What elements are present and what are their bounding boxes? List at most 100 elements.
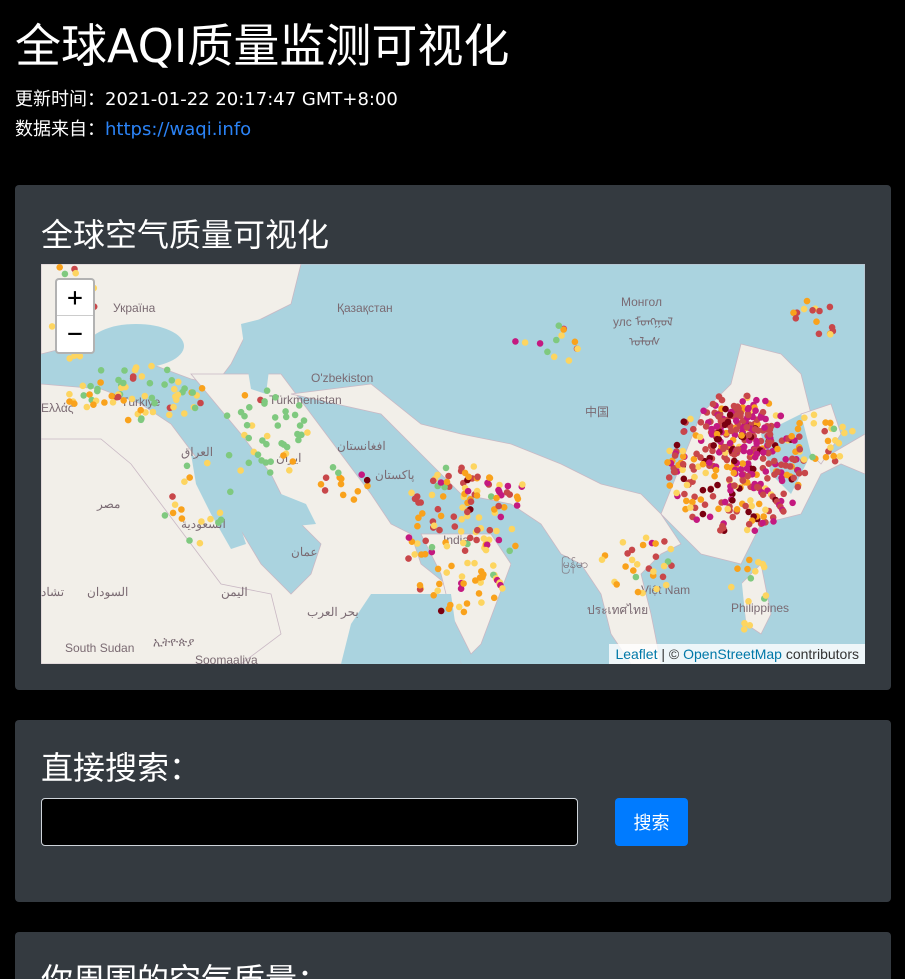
aqi-station-dot[interactable] <box>699 486 707 494</box>
aqi-station-dot[interactable] <box>339 491 347 499</box>
aqi-station-dot[interactable] <box>329 464 337 471</box>
aqi-station-dot[interactable] <box>690 425 697 433</box>
aqi-station-dot[interactable] <box>482 546 490 554</box>
aqi-station-dot[interactable] <box>783 471 791 479</box>
aqi-station-dot[interactable] <box>730 469 738 477</box>
aqi-station-dot[interactable] <box>757 414 764 421</box>
aqi-station-dot[interactable] <box>733 411 741 419</box>
aqi-station-dot[interactable] <box>289 458 297 465</box>
aqi-station-dot[interactable] <box>473 492 481 499</box>
aqi-station-dot[interactable] <box>753 483 761 491</box>
aqi-station-dot[interactable] <box>227 488 234 496</box>
aqi-station-dot[interactable] <box>788 432 795 440</box>
aqi-station-dot[interactable] <box>706 513 714 521</box>
aqi-station-dot[interactable] <box>459 539 467 547</box>
aqi-station-dot[interactable] <box>841 429 848 437</box>
aqi-station-dot[interactable] <box>680 475 688 483</box>
aqi-station-dot[interactable] <box>796 446 804 453</box>
aqi-station-dot[interactable] <box>245 434 252 442</box>
aqi-station-dot[interactable] <box>197 399 204 407</box>
aqi-station-dot[interactable] <box>191 404 199 412</box>
aqi-station-dot[interactable] <box>747 497 754 504</box>
aqi-station-dot[interactable] <box>745 598 752 605</box>
aqi-station-dot[interactable] <box>745 508 752 516</box>
aqi-station-dot[interactable] <box>762 592 770 599</box>
aqi-station-dot[interactable] <box>267 458 274 465</box>
aqi-station-dot[interactable] <box>824 437 832 445</box>
aqi-station-dot[interactable] <box>755 558 762 566</box>
aqi-station-dot[interactable] <box>304 429 311 436</box>
aqi-station-dot[interactable] <box>634 588 642 596</box>
aqi-station-dot[interactable] <box>719 524 727 532</box>
aqi-station-dot[interactable] <box>702 446 709 453</box>
aqi-station-dot[interactable] <box>291 411 299 419</box>
aqi-station-dot[interactable] <box>512 338 519 345</box>
aqi-station-dot[interactable] <box>286 467 293 474</box>
aqi-station-dot[interactable] <box>321 487 329 494</box>
aqi-station-dot[interactable] <box>476 574 484 581</box>
aqi-station-dot[interactable] <box>761 424 768 431</box>
aqi-station-dot[interactable] <box>697 496 705 503</box>
aqi-station-dot[interactable] <box>633 561 641 568</box>
aqi-station-dot[interactable] <box>555 322 563 329</box>
aqi-station-dot[interactable] <box>628 556 636 564</box>
aqi-station-dot[interactable] <box>699 510 707 518</box>
aqi-station-dot[interactable] <box>839 423 846 431</box>
aqi-station-dot[interactable] <box>464 487 472 495</box>
aqi-station-dot[interactable] <box>463 600 471 607</box>
aqi-station-dot[interactable] <box>500 504 508 511</box>
aqi-station-dot[interactable] <box>480 535 488 542</box>
aqi-station-dot[interactable] <box>734 565 741 572</box>
aqi-station-dot[interactable] <box>679 466 686 474</box>
aqi-station-dot[interactable] <box>709 493 717 500</box>
aqi-station-dot[interactable] <box>280 452 287 459</box>
aqi-station-dot[interactable] <box>486 526 494 534</box>
aqi-station-dot[interactable] <box>759 519 766 527</box>
aqi-station-dot[interactable] <box>778 477 786 485</box>
aqi-station-dot[interactable] <box>178 515 186 522</box>
aqi-station-dot[interactable] <box>322 474 330 481</box>
aqi-station-dot[interactable] <box>746 449 754 456</box>
aqi-station-dot[interactable] <box>753 450 761 458</box>
aqi-station-dot[interactable] <box>519 481 526 488</box>
aqi-station-dot[interactable] <box>571 338 579 346</box>
aqi-station-dot[interactable] <box>683 497 690 505</box>
aqi-station-dot[interactable] <box>445 472 452 480</box>
aqi-station-dot[interactable] <box>696 433 704 441</box>
aqi-station-dot[interactable] <box>124 416 132 424</box>
aqi-station-dot[interactable] <box>715 413 722 420</box>
aqi-station-dot[interactable] <box>726 439 734 447</box>
aqi-station-dot[interactable] <box>739 477 747 484</box>
aqi-station-dot[interactable] <box>828 324 836 331</box>
aqi-station-dot[interactable] <box>161 381 168 388</box>
aqi-station-dot[interactable] <box>836 453 844 460</box>
aqi-station-dot[interactable] <box>261 398 268 405</box>
aqi-station-dot[interactable] <box>422 537 430 545</box>
aqi-station-dot[interactable] <box>729 513 737 521</box>
aqi-station-dot[interactable] <box>721 498 729 506</box>
aqi-station-dot[interactable] <box>830 452 837 460</box>
aqi-station-dot[interactable] <box>298 431 305 439</box>
aqi-station-dot[interactable] <box>473 536 480 544</box>
aqi-station-dot[interactable] <box>434 587 442 594</box>
aqi-station-dot[interactable] <box>662 581 670 589</box>
aqi-station-dot[interactable] <box>702 469 709 477</box>
aqi-station-dot[interactable] <box>80 392 87 399</box>
aqi-station-dot[interactable] <box>747 575 755 582</box>
zoom-out-button[interactable]: − <box>57 316 93 352</box>
aqi-station-dot[interactable] <box>163 366 171 374</box>
aqi-station-dot[interactable] <box>434 565 442 573</box>
aqi-station-dot[interactable] <box>241 392 249 399</box>
aqi-station-dot[interactable] <box>752 407 759 414</box>
aqi-station-dot[interactable] <box>168 377 176 384</box>
aqi-station-dot[interactable] <box>146 379 154 387</box>
aqi-station-dot[interactable] <box>652 540 659 547</box>
aqi-station-dot[interactable] <box>664 459 671 466</box>
aqi-station-dot[interactable] <box>689 463 696 470</box>
aqi-station-dot[interactable] <box>697 419 705 426</box>
aqi-station-dot[interactable] <box>506 547 513 555</box>
aqi-station-dot[interactable] <box>181 385 188 392</box>
aqi-station-dot[interactable] <box>408 489 415 497</box>
aqi-station-dot[interactable] <box>760 449 767 456</box>
aqi-station-dot[interactable] <box>337 480 345 488</box>
